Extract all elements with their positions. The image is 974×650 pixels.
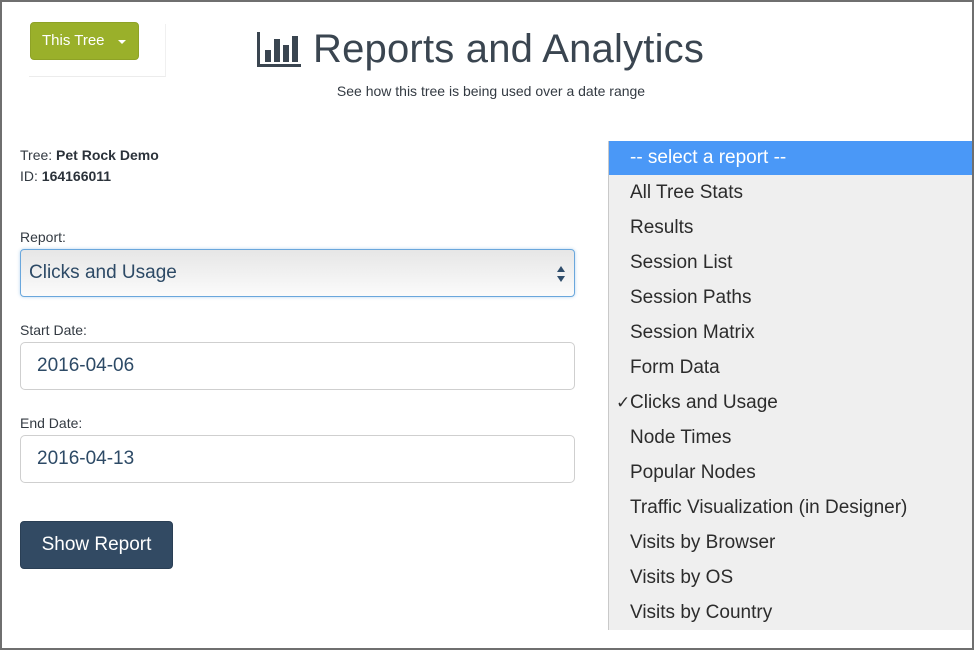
report-options-list[interactable]: -- select a report -- All Tree Stats Resul… [608,141,972,630]
report-option[interactable]: Visits by OS [609,560,972,595]
end-date-label: End Date: [20,415,83,431]
tree-scope-dropdown-button[interactable]: This Tree [30,22,139,60]
report-option-label: Visits by Browser [630,532,776,553]
app-window: This Tree Reports and Analytics See how … [0,0,974,650]
report-option[interactable]: Popular Nodes [609,455,972,490]
page-header: Reports and Analytics [255,24,704,74]
report-option[interactable]: Session Matrix [609,315,972,350]
start-date-label: Start Date: [20,322,87,338]
page-subtitle: See how this tree is being used over a d… [336,83,646,99]
bar-chart-icon [257,32,301,67]
id-label: ID: [20,168,38,184]
report-option-label: Node Times [630,427,732,448]
report-option-label: Session Paths [630,287,752,308]
tree-name: Pet Rock Demo [56,147,159,163]
report-option[interactable]: Visits by Country [609,595,972,630]
select-updown-icon [557,266,566,282]
report-option-label: -- select a report -- [630,147,787,168]
report-option[interactable]: Traffic Visualization (in Designer) [609,490,972,525]
report-option[interactable]: Session List [609,245,972,280]
tree-label: Tree: [20,147,53,163]
report-option[interactable]: Visits by Browser [609,525,972,560]
report-option-label: Popular Nodes [630,462,756,483]
tree-id: 164166011 [41,168,112,184]
report-option-label: Results [630,217,694,238]
report-select[interactable]: Clicks and Usage [20,249,575,297]
show-report-button[interactable]: Show Report [20,521,173,569]
report-option-label: Visits by OS [630,567,734,588]
report-option-label: Form Data [630,357,720,378]
report-option[interactable]: Results [609,210,972,245]
report-option-label: All Tree Stats [630,182,743,203]
report-option-label: Clicks and Usage [630,392,778,413]
report-label: Report: [20,229,66,245]
start-date-input[interactable]: 2016-04-06 [20,342,575,390]
report-option[interactable]: -- select a report -- [609,141,972,175]
report-option[interactable]: ✓ Clicks and Usage [609,385,972,420]
report-option-label: Session List [630,252,733,273]
caret-down-icon [118,40,126,44]
report-option[interactable]: Form Data [609,350,972,385]
report-option-label: Traffic Visualization (in Designer) [630,497,908,518]
tree-id-row: ID: 164166011 [20,166,159,187]
end-date-input[interactable]: 2016-04-13 [20,435,575,483]
tree-scope-label: This Tree [42,32,105,49]
tree-name-row: Tree: Pet Rock Demo [20,145,159,166]
report-option[interactable]: Session Paths [609,280,972,315]
report-select-value: Clicks and Usage [29,262,177,283]
page-title: Reports and Analytics [313,26,705,71]
checkmark-icon: ✓ [616,393,631,412]
report-option[interactable]: Node Times [609,420,972,455]
report-option[interactable]: All Tree Stats [609,175,972,210]
report-option-label: Visits by Country [630,602,773,623]
report-option-label: Session Matrix [630,322,755,343]
tree-info: Tree: Pet Rock Demo ID: 164166011 [20,145,159,187]
